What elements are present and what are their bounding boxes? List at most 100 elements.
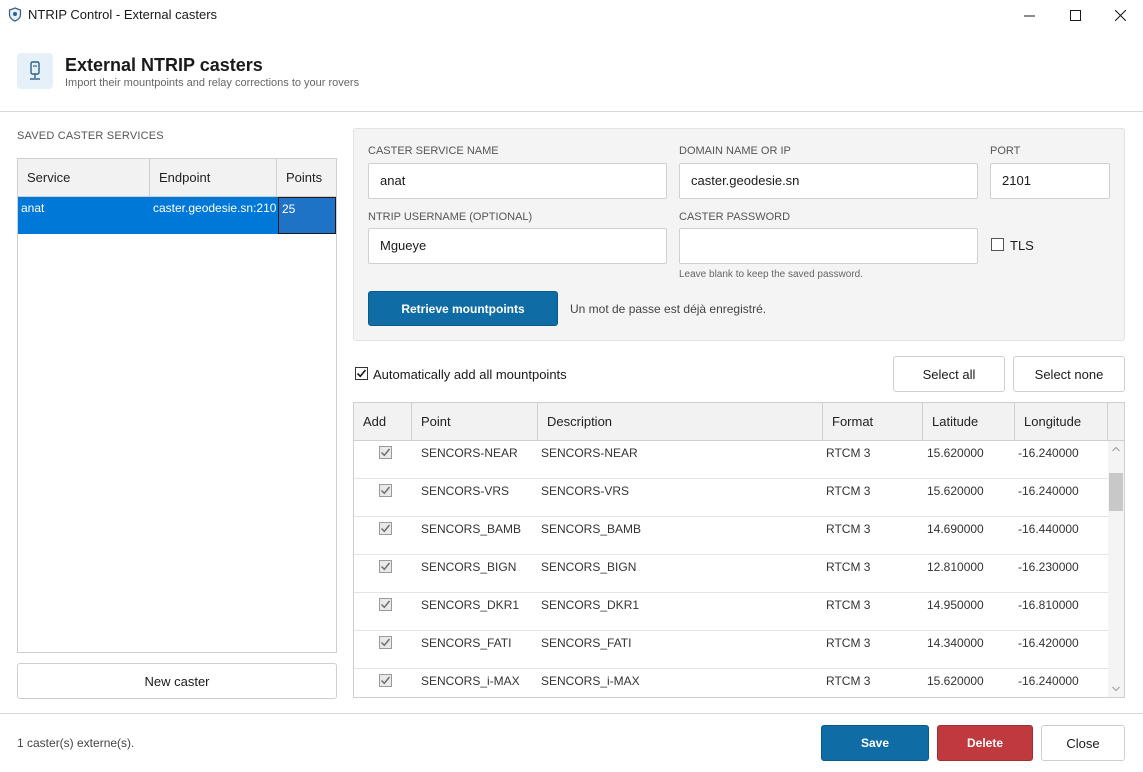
checkmark-icon <box>356 369 367 378</box>
points-cell: 25 <box>278 197 336 234</box>
checkmark-icon <box>380 600 391 609</box>
column-header-endpoint[interactable]: Endpoint <box>150 159 277 197</box>
point-cell: SENCORS-NEAR <box>421 446 518 460</box>
add-checkbox[interactable] <box>379 560 392 573</box>
point-cell: SENCORS_BAMB <box>421 522 522 536</box>
window-title: NTRIP Control - External casters <box>28 7 218 22</box>
save-button[interactable]: Save <box>821 725 929 761</box>
close-icon <box>1114 9 1126 21</box>
table-row[interactable]: SENCORS_DKR1 SENCORS_DKR1 RTCM 3 14.950000 -… <box>354 593 1108 631</box>
add-checkbox[interactable] <box>379 446 392 459</box>
description-cell: SENCORS-NEAR <box>541 446 638 460</box>
column-header-add[interactable]: Add <box>354 403 412 441</box>
select-none-button[interactable]: Select none <box>1013 356 1125 392</box>
saved-services-label: SAVED CASTER SERVICES <box>17 130 164 142</box>
endpoint-cell: caster.geodesie.sn:2101 <box>153 201 277 215</box>
description-cell: SENCORS_BIGN <box>541 560 637 574</box>
select-all-button[interactable]: Select all <box>893 356 1005 392</box>
mountpoints-scrollbar[interactable] <box>1108 441 1124 697</box>
longitude-cell: -16.240000 <box>1018 674 1079 688</box>
add-checkbox[interactable] <box>379 636 392 649</box>
latitude-cell: 15.620000 <box>927 484 984 498</box>
table-row[interactable]: SENCORS_FATI SENCORS_FATI RTCM 3 14.340000 -… <box>354 631 1108 669</box>
domain-input[interactable]: caster.geodesie.sn <box>679 163 978 199</box>
longitude-cell: -16.240000 <box>1018 446 1079 460</box>
minimize-button[interactable] <box>1006 0 1052 30</box>
column-header-description[interactable]: Description <box>538 403 823 441</box>
longitude-cell: -16.230000 <box>1018 560 1079 574</box>
rover-icon <box>17 53 53 89</box>
page-subtitle: Import their mountpoints and relay corre… <box>65 77 360 89</box>
latitude-cell: 15.620000 <box>927 674 984 688</box>
auto-add-label: Automatically add all mountpoints <box>373 367 567 382</box>
table-row[interactable]: SENCORS_BAMB SENCORS_BAMB RTCM 3 14.690000 -… <box>354 517 1108 555</box>
description-cell: SENCORS-VRS <box>541 484 630 498</box>
table-row[interactable]: SENCORS_i-MAX SENCORS_i-MAX RTCM 3 15.62000… <box>354 669 1108 697</box>
description-cell: SENCORS_DKR1 <box>541 598 640 612</box>
description-cell: SENCORS_i-MAX <box>541 674 640 688</box>
column-header-points[interactable]: Points <box>277 159 336 197</box>
description-cell: SENCORS_FATI <box>541 636 632 650</box>
table-row[interactable]: anat caster.geodesie.sn:2101 25 <box>18 197 336 234</box>
add-checkbox[interactable] <box>379 484 392 497</box>
table-row[interactable]: SENCORS-NEAR SENCORS-NEAR RTCM 3 15.620000 -… <box>354 441 1108 479</box>
table-row[interactable]: SENCORS-VRS SENCORS-VRS RTCM 3 15.620000 -16… <box>354 479 1108 517</box>
add-checkbox[interactable] <box>379 522 392 535</box>
service-name-label: CASTER SERVICE NAME <box>368 145 499 157</box>
point-cell: SENCORS_DKR1 <box>421 598 520 612</box>
retrieve-mountpoints-button[interactable]: Retrieve mountpoints <box>368 291 558 326</box>
password-status: Un mot de passe est déjà enregistré. <box>570 302 767 316</box>
password-input[interactable] <box>679 228 978 264</box>
auto-add-checkbox[interactable] <box>355 367 368 380</box>
mountpoints-table[interactable]: Add Point Description Format Latitude Lo… <box>353 402 1125 698</box>
close-window-button[interactable] <box>1097 0 1143 30</box>
format-cell: RTCM 3 <box>826 446 871 460</box>
latitude-cell: 14.950000 <box>927 598 984 612</box>
point-cell: SENCORS_FATI <box>421 636 512 650</box>
checkmark-icon <box>380 562 391 571</box>
port-label: PORT <box>990 145 1021 157</box>
scroll-down-icon <box>1112 686 1120 692</box>
column-header-point[interactable]: Point <box>412 403 538 441</box>
point-cell: SENCORS-VRS <box>421 484 510 498</box>
mountpoints-rows: SENCORS-NEAR SENCORS-NEAR RTCM 3 15.620000 -… <box>354 441 1108 697</box>
longitude-cell: -16.810000 <box>1018 598 1079 612</box>
format-cell: RTCM 3 <box>826 522 871 536</box>
minimize-icon <box>1023 15 1035 16</box>
column-header-latitude[interactable]: Latitude <box>923 403 1015 441</box>
password-hint: Leave blank to keep the saved password. <box>679 269 864 280</box>
format-cell: RTCM 3 <box>826 598 871 612</box>
column-header-service[interactable]: Service <box>18 159 150 197</box>
add-checkbox[interactable] <box>379 598 392 611</box>
format-cell: RTCM 3 <box>826 674 871 688</box>
description-cell: SENCORS_BAMB <box>541 522 642 536</box>
domain-label: DOMAIN NAME OR IP <box>679 145 791 157</box>
tls-label: TLS <box>1010 238 1034 253</box>
saved-services-header: Service Endpoint Points <box>18 159 336 197</box>
close-button[interactable]: Close <box>1041 725 1125 761</box>
column-header-format[interactable]: Format <box>823 403 923 441</box>
maximize-icon <box>1069 9 1081 21</box>
delete-button[interactable]: Delete <box>937 725 1033 761</box>
username-input[interactable]: Mgueye <box>368 228 667 264</box>
latitude-cell: 14.690000 <box>927 522 984 536</box>
latitude-cell: 12.810000 <box>927 560 984 574</box>
service-name-input[interactable]: anat <box>368 163 667 199</box>
checkmark-icon <box>380 524 391 533</box>
footer-status: 1 caster(s) externe(s). <box>17 736 135 750</box>
add-checkbox[interactable] <box>379 674 392 687</box>
maximize-button[interactable] <box>1052 0 1098 30</box>
port-input[interactable]: 2101 <box>990 163 1110 199</box>
longitude-cell: -16.440000 <box>1018 522 1079 536</box>
saved-services-table[interactable]: Service Endpoint Points anat caster.geod… <box>17 158 337 653</box>
tls-checkbox[interactable] <box>991 238 1004 251</box>
column-header-longitude[interactable]: Longitude <box>1015 403 1108 441</box>
format-cell: RTCM 3 <box>826 560 871 574</box>
point-cell: SENCORS_BIGN <box>421 560 517 574</box>
new-caster-button[interactable]: New caster <box>17 663 337 699</box>
point-cell: SENCORS_i-MAX <box>421 674 520 688</box>
format-cell: RTCM 3 <box>826 636 871 650</box>
table-row[interactable]: SENCORS_BIGN SENCORS_BIGN RTCM 3 12.810000 -… <box>354 555 1108 593</box>
scroll-thumb[interactable] <box>1109 473 1123 511</box>
latitude-cell: 14.340000 <box>927 636 984 650</box>
